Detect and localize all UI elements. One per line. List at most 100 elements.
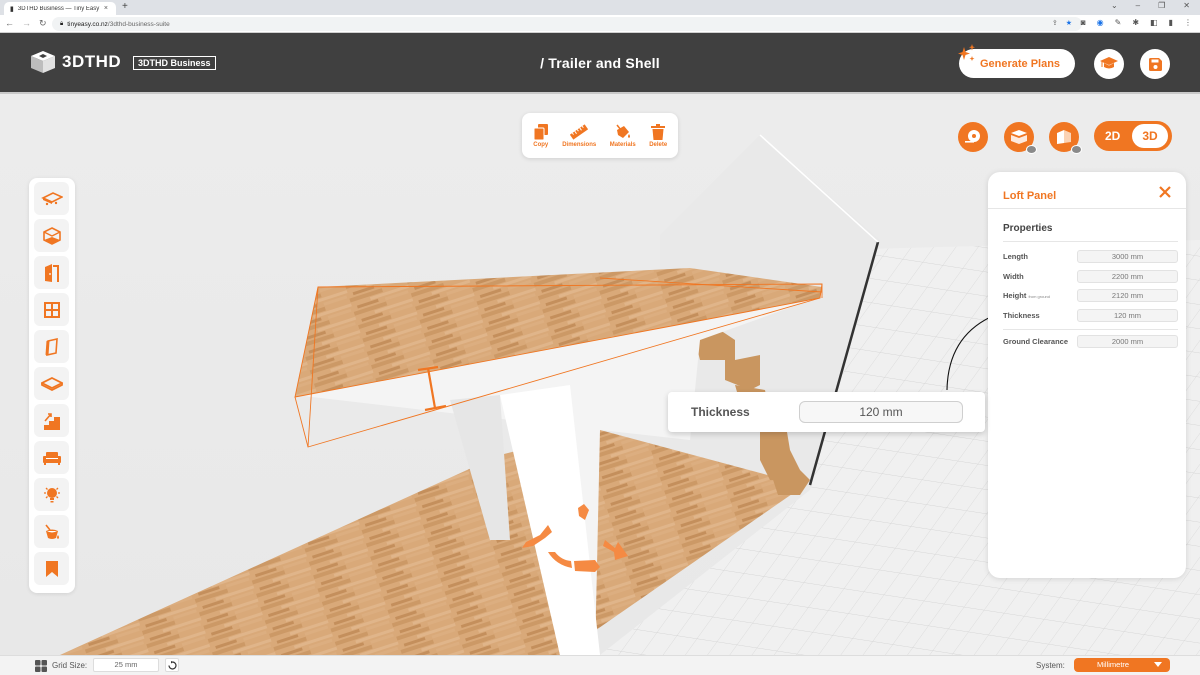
materials-label: Materials [609,141,636,148]
callout-label: Thickness [691,405,750,419]
sidebar-item-shell[interactable] [34,219,69,252]
object-toolbar: Copy Dimensions Materials Delete [522,113,678,158]
trash-icon [651,123,666,140]
screenshot-extension-icon[interactable]: ◙ [1081,18,1086,27]
width-field[interactable]: 2200 mm [1077,269,1178,283]
extensions-puzzle-icon[interactable]: ✱ [1132,18,1139,27]
sidebar-item-doors[interactable] [34,256,69,289]
sidebar-item-trailer[interactable] [34,182,69,215]
address-bar: ← → ↻ 🔒︎ tinyeasy.co.nz/3dthd-business-s… [0,15,1200,33]
unit-system-select[interactable]: Millimetre [1074,658,1170,672]
thickness-field[interactable]: 120 mm [1077,308,1178,322]
sidebar-item-lighting[interactable] [34,478,69,511]
box-visibility-icon [1011,130,1027,144]
property-label: Ground Clearance [1003,336,1069,346]
tab-search-icon[interactable]: ⌄ [1111,1,1118,10]
tutorial-button[interactable] [1094,49,1124,79]
property-label: Width [1003,271,1024,281]
url-host: tinyeasy.co.nz [67,20,108,28]
grid-size-label: Grid Size: [52,661,88,670]
share-icon[interactable]: ⇪ [1052,19,1058,27]
reset-grid-button[interactable] [165,658,179,672]
ruler-icon [570,123,589,140]
sidebar-item-furniture[interactable] [34,441,69,474]
trailer-icon [40,191,63,205]
tab-close-icon[interactable]: × [104,5,108,12]
divider [1003,241,1178,242]
sidebar-item-stairs[interactable] [34,404,69,437]
delete-button[interactable]: Delete [649,123,668,148]
paint-bucket-icon [616,124,630,138]
close-icon[interactable] [1158,185,1172,199]
eye-hidden-icon [1071,145,1082,154]
left-sidebar [29,178,75,593]
ground-clearance-field[interactable]: 2000 mm [1077,334,1178,348]
sidebar-item-materials[interactable] [34,515,69,548]
back-button[interactable]: ← [5,18,14,29]
url-field[interactable]: 🔒︎ tinyeasy.co.nz/3dthd-business-suite [52,17,1082,31]
sidebar-item-walls[interactable] [34,330,69,363]
sidebar-item-bookmarks[interactable] [34,552,69,585]
panel-title: Loft Panel [1003,190,1057,202]
sidebar-item-loft[interactable] [34,367,69,400]
unit-system-value: Millimetre [1097,660,1130,669]
property-row-thickness: Thickness 120 mm [1003,308,1178,322]
mode-2d-option[interactable]: 2D [1105,129,1120,143]
dimensions-button[interactable]: Dimensions [562,123,597,148]
toggle-loft-visibility-button[interactable] [1004,122,1037,154]
reload-button[interactable]: ↻ [39,18,47,29]
bookmark-icon [45,560,58,577]
loft-icon [40,376,63,391]
floppy-disk-icon [1148,57,1162,71]
mode-3d-option[interactable]: 3D [1132,124,1168,148]
property-row-ground-clearance: Ground Clearance 2000 mm [1003,334,1178,348]
materials-button[interactable]: Materials [610,124,636,148]
grid-icon [35,660,47,672]
copy-icon [533,123,548,140]
sofa-icon [42,451,61,465]
sparkle-icon [958,44,975,61]
browser-tab-bar: ▮ 3DTHD Business — Tiny Easy - Ti × + ⌄ … [0,0,1200,15]
sidebar-item-windows[interactable] [34,293,69,326]
window-icon [43,301,60,318]
properties-heading: Properties [1003,223,1053,234]
property-label: Height from ground [1003,290,1051,300]
callout-thickness-field[interactable]: 120 mm [799,401,963,423]
view-mode-toggle[interactable]: 2D 3D [1094,121,1172,151]
tape-measure-icon [965,130,980,143]
loft-panel-properties: Loft Panel Properties Length 3000 mm Wid… [988,172,1186,578]
lock-icon: 🔒︎ [60,20,64,27]
height-field[interactable]: 2120 mm [1077,288,1178,302]
delete-label: Delete [649,141,668,148]
extension-blue-icon[interactable]: ◉ [1097,18,1104,27]
length-field[interactable]: 3000 mm [1077,249,1178,263]
thickness-callout: Thickness 120 mm [668,392,985,432]
restore-button[interactable]: ❐ [1158,1,1165,10]
bookmark-star-icon[interactable]: ★ [1066,19,1072,27]
generate-plans-button[interactable]: Generate Plans [958,44,1075,78]
system-label: System: [1036,661,1065,670]
save-button[interactable] [1140,49,1170,79]
grid-size-input[interactable]: 25 mm [93,658,159,672]
wall-panel-icon [45,337,58,356]
browser-tab[interactable]: ▮ 3DTHD Business — Tiny Easy - Ti × [4,2,116,15]
copy-button[interactable]: Copy [533,123,549,148]
eyedropper-extension-icon[interactable]: ✎ [1115,18,1122,27]
dimensions-label: Dimensions [562,141,597,148]
property-label: Thickness [1003,310,1040,320]
url-path: /3dthd-business-suite [107,20,170,28]
minimize-button[interactable]: – [1136,1,1140,10]
close-window-button[interactable]: ✕ [1183,1,1190,10]
chevron-down-icon [1154,662,1162,667]
paint-bucket-icon [44,524,59,539]
status-footer: Grid Size: 25 mm System: Millimetre [0,655,1200,675]
browser-menu-icon[interactable]: ⋮ [1184,18,1192,27]
new-tab-button[interactable]: + [122,1,128,12]
profile-icon[interactable]: ▮ [1169,18,1173,27]
measure-button[interactable] [958,122,988,152]
side-panel-icon[interactable]: ◧ [1150,18,1158,27]
wall-visibility-icon [1057,130,1071,144]
door-icon [44,263,59,282]
forward-button[interactable]: → [22,18,31,29]
toggle-walls-visibility-button[interactable] [1049,122,1082,154]
